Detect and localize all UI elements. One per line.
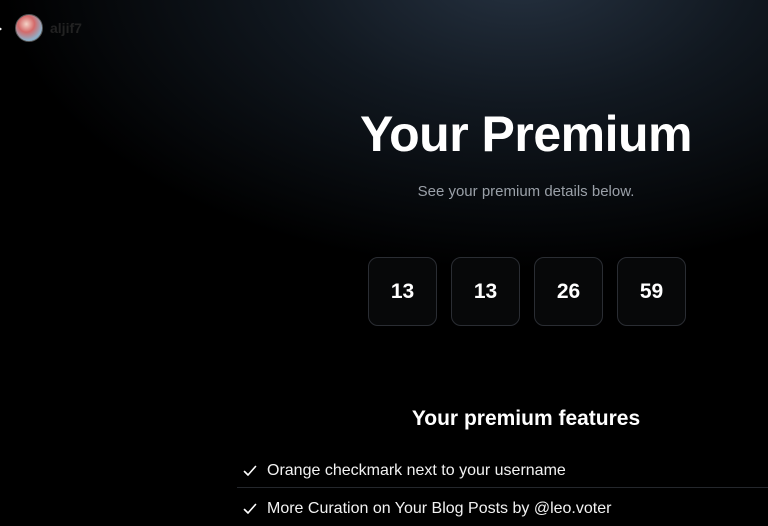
countdown-box: 26	[534, 257, 603, 326]
checkmark-icon	[243, 464, 257, 478]
avatar[interactable]	[15, 14, 43, 42]
countdown-box: 13	[368, 257, 437, 326]
feature-label: Orange checkmark next to your username	[267, 461, 566, 479]
feature-item: More Curation on Your Blog Posts by @leo…	[237, 492, 768, 526]
countdown-timer: 13 13 26 59	[368, 257, 686, 326]
countdown-box: 59	[617, 257, 686, 326]
user-menu[interactable]: aljif7	[0, 14, 82, 42]
countdown-box: 13	[451, 257, 520, 326]
feature-label: More Curation on Your Blog Posts by @leo…	[267, 500, 612, 517]
features-heading: Your premium features	[411, 407, 641, 430]
username[interactable]: aljif7	[50, 20, 82, 36]
checkmark-icon	[243, 502, 257, 516]
feature-item: Orange checkmark next to your username	[237, 454, 768, 488]
caret-icon	[0, 23, 6, 33]
page-subtitle: See your premium details below.	[417, 183, 635, 200]
page-title: Your Premium	[359, 106, 693, 162]
